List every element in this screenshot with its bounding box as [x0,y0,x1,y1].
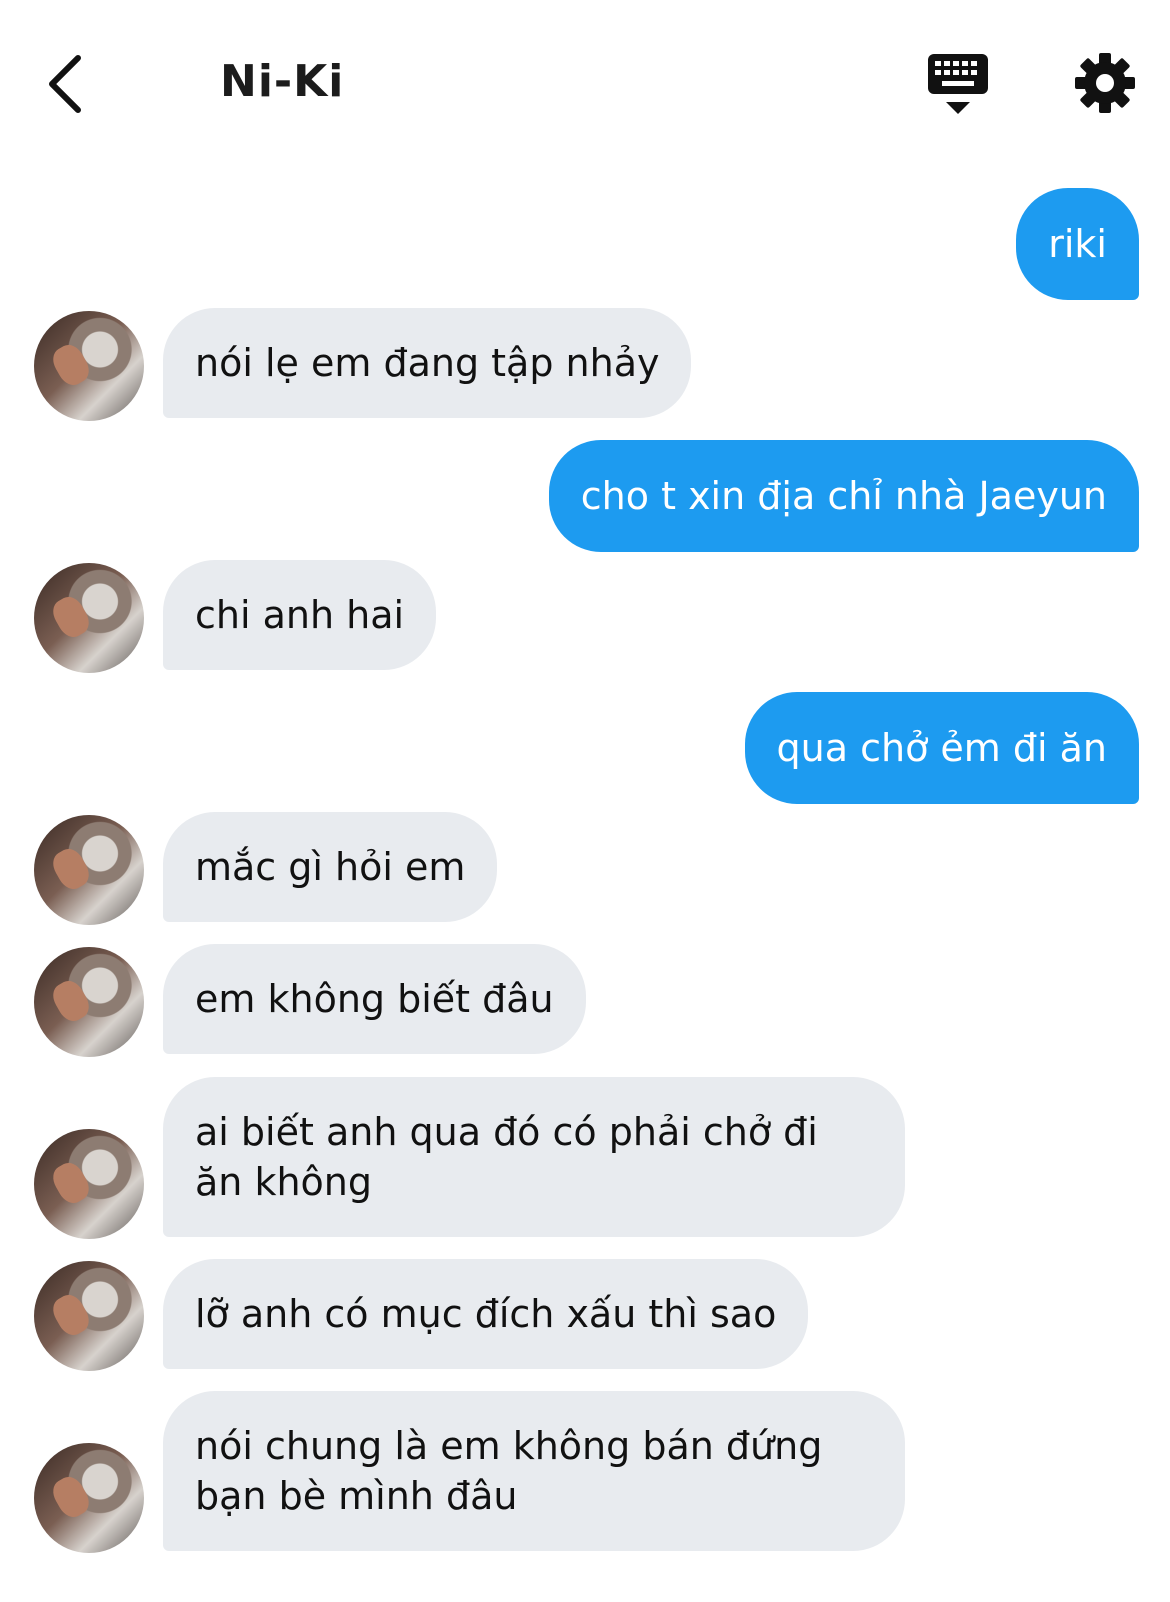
message-text: riki [1048,222,1107,266]
avatar[interactable] [34,1129,144,1239]
incoming-message[interactable]: chi anh hai [163,560,437,670]
avatar[interactable] [34,815,144,925]
message-text: lỡ anh có mục đích xấu thì sao [195,1292,777,1336]
message-text: qua chở ẻm đi ăn [776,726,1107,770]
incoming-message[interactable]: em không biết đâu [163,944,586,1054]
gear-icon [1075,53,1135,113]
message-text: ai biết anh qua đó có phải chở đi ăn khô… [195,1110,818,1204]
avatar[interactable] [34,563,144,673]
avatar[interactable] [34,311,144,421]
outgoing-message[interactable]: cho t xin địa chỉ nhà Jaeyun [548,440,1139,552]
conversation-title: Ni-Ki [220,56,345,107]
message-text: chi anh hai [195,593,405,637]
chevron-left-icon [49,55,81,113]
incoming-message[interactable]: ai biết anh qua đó có phải chở đi ăn khô… [163,1077,905,1237]
message-text: nói lẹ em đang tập nhảy [195,341,660,385]
outgoing-message[interactable]: riki [1016,188,1139,300]
incoming-message[interactable]: mắc gì hỏi em [163,812,498,922]
chat-header: Ni-Ki [0,0,1170,170]
outgoing-message[interactable]: qua chở ẻm đi ăn [744,692,1139,804]
keyboard-toggle-button[interactable] [926,52,990,118]
message-text: nói chung là em không bán đứng bạn bè mì… [195,1424,823,1518]
keyboard-hide-icon [928,54,988,114]
avatar[interactable] [34,1443,144,1553]
avatar[interactable] [34,947,144,1057]
incoming-message[interactable]: nói chung là em không bán đứng bạn bè mì… [163,1391,905,1551]
avatar[interactable] [34,1261,144,1371]
message-text: em không biết đâu [195,977,554,1021]
back-button[interactable] [40,52,100,116]
settings-button[interactable] [1074,52,1136,114]
incoming-message[interactable]: lỡ anh có mục đích xấu thì sao [163,1259,809,1369]
message-text: mắc gì hỏi em [195,845,466,889]
incoming-message[interactable]: nói lẹ em đang tập nhảy [163,308,692,418]
message-text: cho t xin địa chỉ nhà Jaeyun [580,474,1107,518]
